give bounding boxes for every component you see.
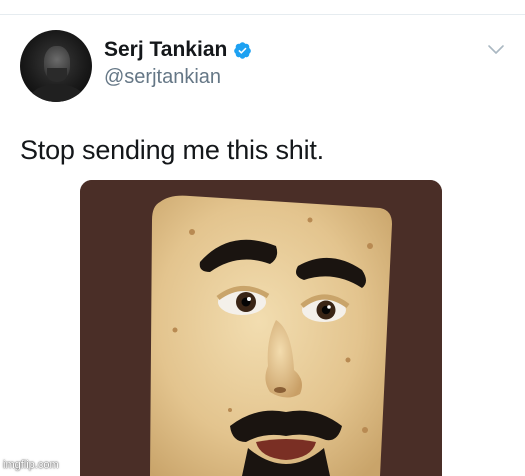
top-divider [0, 14, 525, 15]
avatar[interactable] [20, 30, 92, 102]
display-name-row[interactable]: Serj Tankian [104, 38, 252, 62]
tweet-text: Stop sending me this shit. [20, 135, 324, 165]
verified-badge-icon [234, 41, 252, 59]
user-handle[interactable]: @serjtankian [104, 66, 221, 89]
avatar-beard [47, 68, 67, 82]
avatar-shoulders [30, 84, 84, 102]
tweet-media-image[interactable] [80, 180, 442, 476]
tortilla-character-illustration [80, 180, 442, 476]
display-name[interactable]: Serj Tankian [104, 38, 227, 62]
watermark: imgflip.com [3, 459, 59, 471]
chevron-down-icon[interactable] [487, 44, 505, 56]
